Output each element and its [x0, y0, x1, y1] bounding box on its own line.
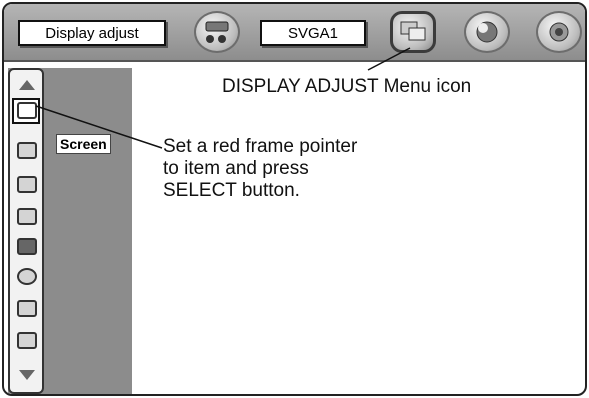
menu-icon-callout-line: [367, 47, 411, 71]
pointer-line-1: Set a red frame pointer: [163, 136, 358, 157]
pointer-line-3: SELECT button.: [163, 180, 300, 201]
pointer-line-2: to item and press: [163, 158, 309, 179]
pointer-callout-line: [35, 105, 163, 149]
menu-icon-caption: DISPLAY ADJUST Menu icon: [222, 76, 472, 97]
